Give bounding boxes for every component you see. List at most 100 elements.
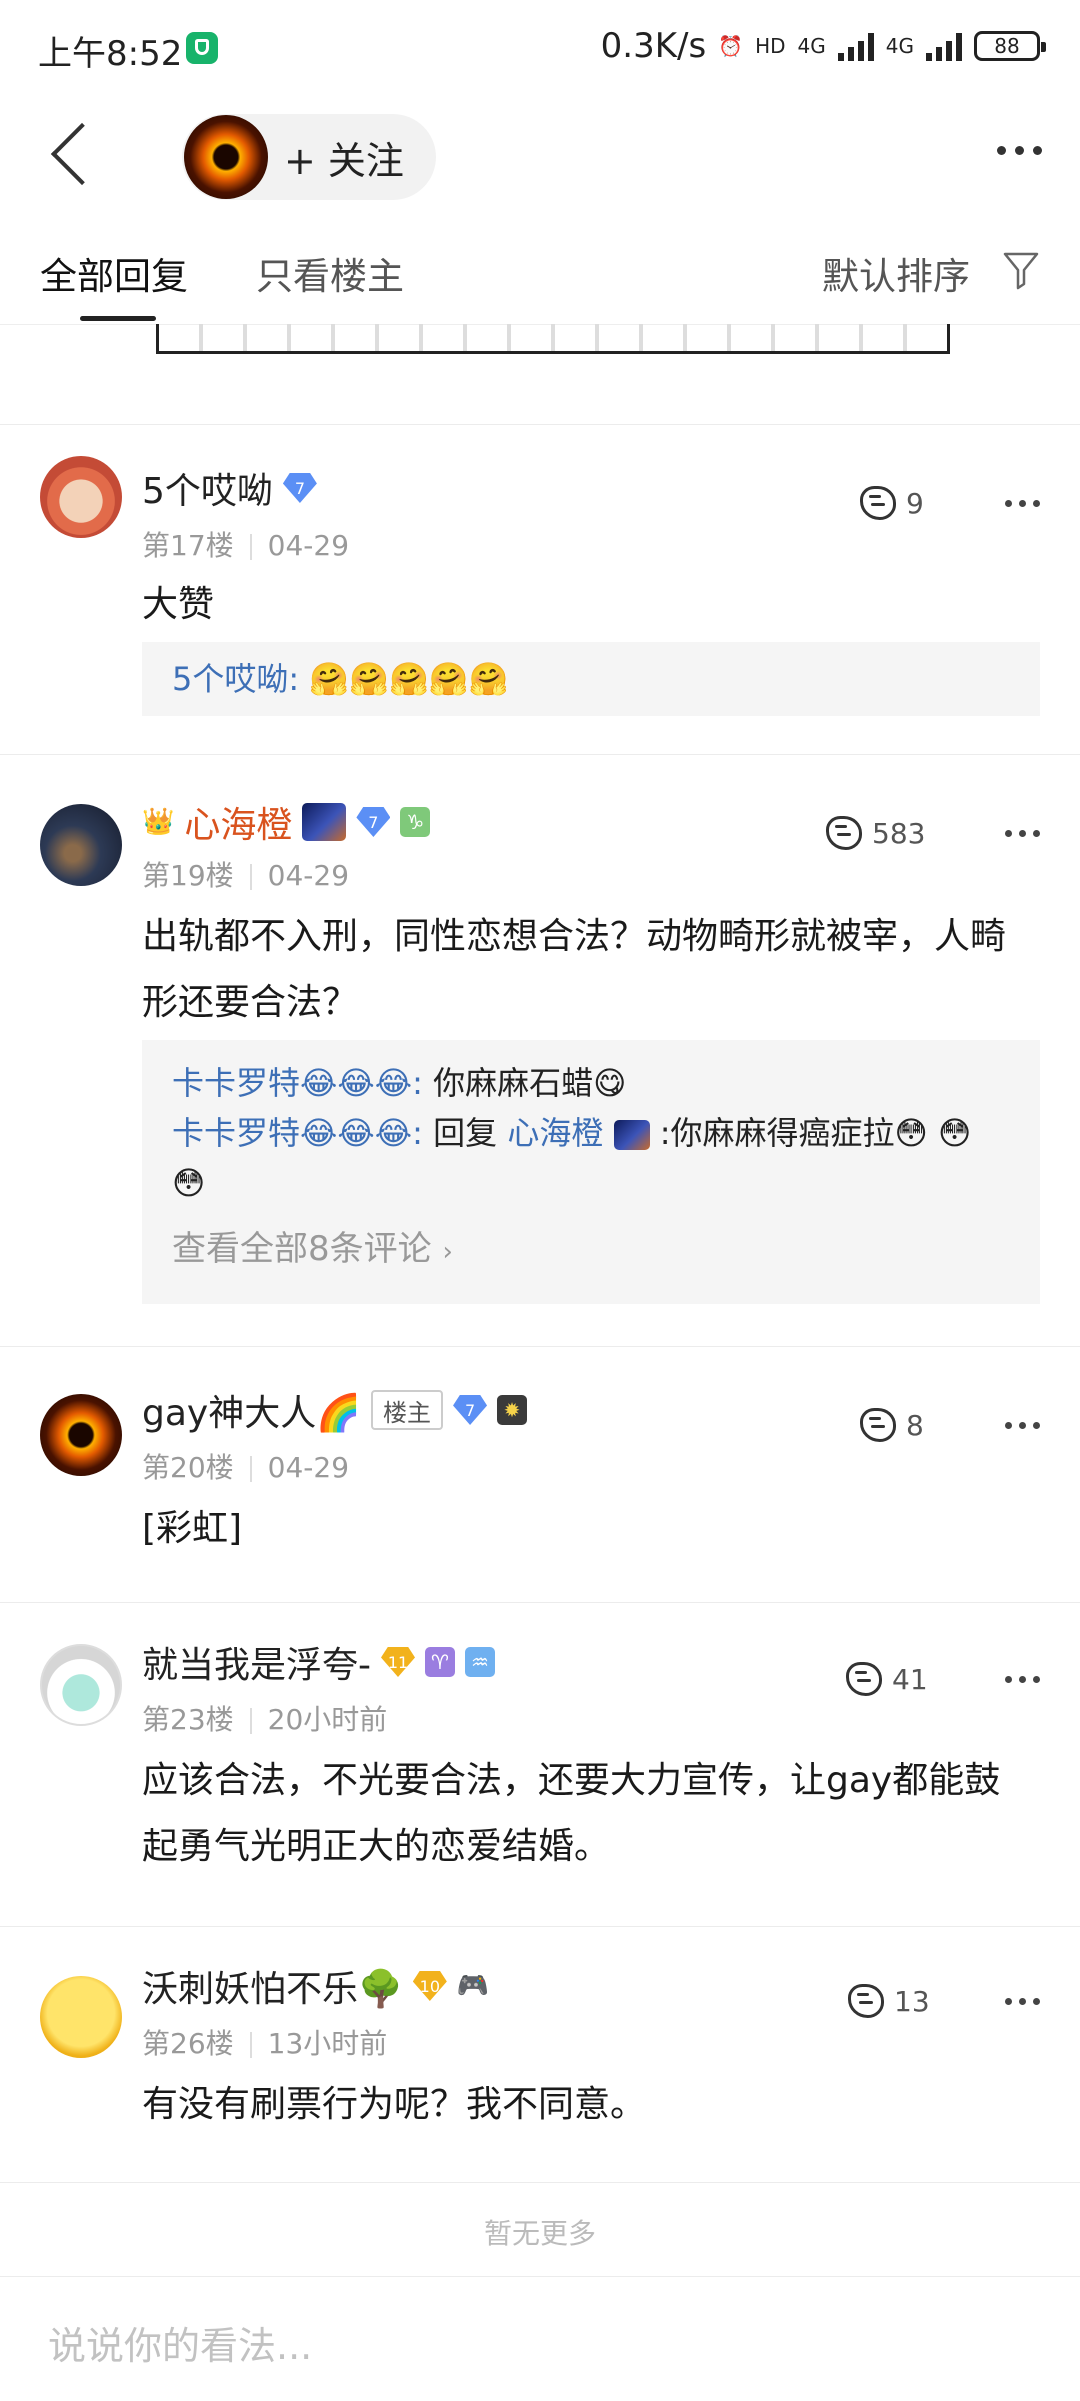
user-name[interactable]: gay神大人🌈 — [142, 1384, 361, 1436]
post-more-icon[interactable] — [1005, 830, 1040, 837]
tab-op-only[interactable]: 只看楼主 — [256, 246, 404, 300]
reply-item: 卡卡罗特😂😂😂: 回复 心海橙 :你麻麻得癌症拉😳 😳 😳 — [172, 1108, 1010, 1208]
post-meta: 第20楼 04-29 — [142, 1446, 349, 1486]
chevron-right-icon: › — [442, 1237, 453, 1267]
user-name[interactable]: 5个哎呦 — [142, 462, 273, 514]
avatar[interactable] — [40, 456, 122, 538]
reply-text: 🤗🤗🤗🤗🤗 — [309, 660, 509, 698]
like-count: 9 — [906, 486, 924, 520]
like-icon — [848, 1984, 884, 2018]
reply-word: 回复 — [433, 1114, 498, 1152]
no-more-label: 暂无更多 — [483, 2217, 596, 2250]
like-icon — [860, 486, 896, 520]
floor-number: 第26楼 — [142, 2027, 234, 2060]
post-floor-23: 就当我是浮夸- 11 ♈ ♒ 第23楼 20小时前 41 应该合法，不光要合法，还… — [0, 1602, 1080, 1926]
tab-active-indicator — [80, 316, 156, 321]
avatar[interactable] — [40, 1644, 122, 1726]
level-badge-icon: 7 — [453, 1395, 488, 1425]
post-more-icon[interactable] — [1005, 1422, 1040, 1429]
like-count: 41 — [892, 1662, 928, 1696]
post-meta: 第26楼 13小时前 — [142, 2022, 387, 2062]
post-time: 04-29 — [267, 529, 350, 562]
top-nav: + 关注 — [0, 96, 1080, 216]
comment-input-bar[interactable]: 说说你的看法... — [0, 2276, 1080, 2401]
reply-text: 你麻麻石蜡😋 — [433, 1064, 627, 1102]
reply-to-user[interactable]: 心海橙 — [507, 1114, 603, 1152]
security-shield-icon — [186, 32, 218, 64]
user-name-row: 就当我是浮夸- 11 ♈ ♒ — [142, 1636, 495, 1688]
author-avatar[interactable] — [184, 115, 268, 199]
filter-icon[interactable] — [1002, 250, 1040, 290]
level-badge-icon: 11 — [381, 1647, 415, 1677]
post-more-icon[interactable] — [1005, 1676, 1040, 1683]
post-time: 20小时前 — [267, 1703, 388, 1736]
user-name-row: 👑 心海橙 7 ♑ — [142, 796, 431, 848]
reply-box[interactable]: 卡卡罗特😂😂😂: 你麻麻石蜡😋 卡卡罗特😂😂😂: 回复 心海橙 :你麻麻得癌症拉… — [142, 1040, 1040, 1304]
zodiac-aries-icon: ♈ — [425, 1647, 455, 1677]
sort-dropdown[interactable]: 默认排序 — [822, 246, 970, 300]
signal-icon — [837, 31, 874, 61]
view-all-label: 查看全部8条评论 — [172, 1229, 432, 1269]
zodiac-icon: ♑ — [400, 807, 431, 837]
status-right: 0.3K/s ⏰ HD 4G 4G 88 — [601, 26, 1046, 66]
avatar[interactable] — [40, 1394, 122, 1476]
back-arrow-icon[interactable] — [50, 122, 114, 186]
post-floor-19: 👑 心海橙 7 ♑ 第19楼 04-29 583 出轨都不入刑，同性恋想合法？动物… — [0, 754, 1080, 1346]
user-name-row: gay神大人🌈 楼主 7 ✹ — [142, 1384, 528, 1436]
gamepad-badge-icon: 🎮 — [456, 1971, 490, 2001]
reply-user-name[interactable]: 卡卡罗特😂😂😂: — [172, 1064, 423, 1102]
like-count: 8 — [906, 1408, 924, 1442]
reply-user-name[interactable]: 5个哎呦: — [172, 660, 299, 698]
divider — [0, 2182, 1080, 2183]
alarm-icon: ⏰ — [718, 34, 744, 58]
status-time: 上午8:52 — [38, 34, 183, 74]
post-content: 大赞 — [142, 584, 215, 625]
post-time: 04-29 — [267, 859, 350, 892]
like-count: 13 — [894, 1984, 930, 2018]
like-count: 583 — [872, 816, 926, 850]
more-icon[interactable] — [997, 146, 1042, 155]
post-more-icon[interactable] — [1005, 500, 1040, 507]
status-bar: 上午8:52 0.3K/s ⏰ HD 4G 4G 88 — [0, 0, 1080, 96]
user-name-row: 沃刺妖怕不乐🌳 10 🎮 — [142, 1960, 489, 2012]
user-name[interactable]: 心海橙 — [184, 796, 292, 848]
previous-post-image — [156, 324, 950, 354]
op-tag: 楼主 — [371, 1390, 444, 1430]
post-content: 应该合法，不光要合法，还要大力宣传，让gay都能鼓起勇气光明正大的恋爱结婚。 — [142, 1760, 1001, 1867]
post-floor-20: gay神大人🌈 楼主 7 ✹ 第20楼 04-29 8 [彩虹] — [0, 1346, 1080, 1602]
post-content: 出轨都不入刑，同性恋想合法？动物畸形就被宰，人畸形还要合法？ — [142, 916, 1007, 1023]
floor-number: 第20楼 — [142, 1451, 234, 1484]
view-all-comments-link[interactable]: 查看全部8条评论 › — [172, 1224, 1010, 1277]
user-name-row: 5个哎呦 7 — [142, 462, 317, 514]
reply-user-name[interactable]: 卡卡罗特😂😂😂: — [172, 1114, 423, 1152]
follow-button[interactable]: + 关注 — [182, 114, 436, 200]
like-button[interactable]: 41 — [846, 1662, 928, 1696]
post-more-icon[interactable] — [1005, 1998, 1040, 2005]
like-button[interactable]: 9 — [860, 486, 924, 520]
avatar[interactable] — [40, 804, 122, 886]
post-floor-26: 沃刺妖怕不乐🌳 10 🎮 第26楼 13小时前 13 有没有刷票行为呢？我不同意。 — [0, 1926, 1080, 2182]
floor-number: 第23楼 — [142, 1703, 234, 1736]
reply-box[interactable]: 5个哎呦: 🤗🤗🤗🤗🤗 — [142, 642, 1040, 716]
galaxy-emoji-icon — [302, 803, 347, 841]
like-button[interactable]: 583 — [826, 816, 925, 850]
like-icon — [860, 1408, 896, 1442]
level-badge-icon: 7 — [356, 807, 391, 837]
zodiac-aquarius-icon: ♒ — [465, 1647, 495, 1677]
post-meta: 第19楼 04-29 — [142, 854, 349, 894]
post-time: 13小时前 — [267, 2027, 388, 2060]
floor-number: 第17楼 — [142, 529, 234, 562]
level-badge-icon: 7 — [282, 473, 317, 503]
post-content: 有没有刷票行为呢？我不同意。 — [142, 2084, 647, 2125]
comment-input-placeholder[interactable]: 说说你的看法... — [48, 2315, 312, 2370]
like-button[interactable]: 13 — [848, 1984, 930, 2018]
net-type-2: 4G — [885, 34, 914, 58]
post-meta: 第17楼 04-29 — [142, 524, 349, 564]
floor-number: 第19楼 — [142, 859, 234, 892]
user-name[interactable]: 就当我是浮夸- — [142, 1636, 371, 1688]
avatar[interactable] — [40, 1976, 122, 2058]
user-name[interactable]: 沃刺妖怕不乐🌳 — [142, 1960, 403, 2012]
tab-all-replies[interactable]: 全部回复 — [40, 246, 188, 300]
like-button[interactable]: 8 — [860, 1408, 924, 1442]
hd-icon: HD — [755, 34, 786, 58]
